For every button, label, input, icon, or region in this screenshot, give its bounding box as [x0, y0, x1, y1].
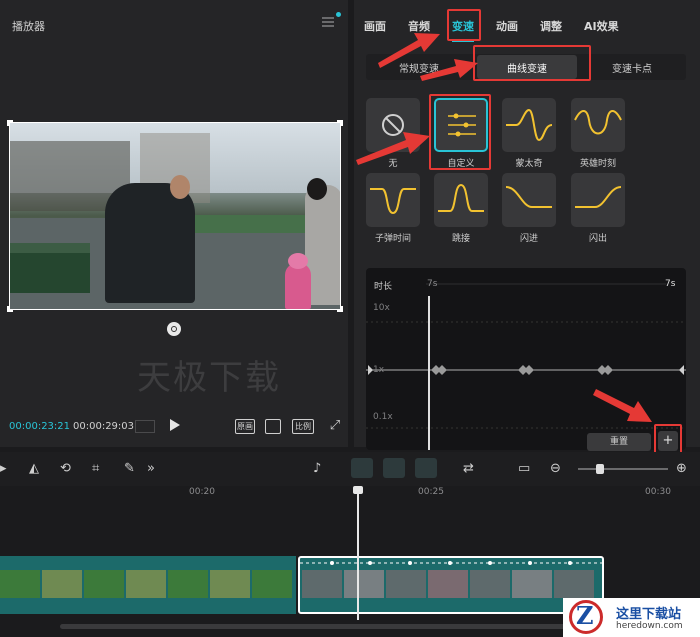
- screen-icon[interactable]: ▭: [518, 461, 530, 476]
- arrow-icon: [420, 59, 478, 81]
- preview-axis-icon[interactable]: [415, 458, 437, 478]
- crop-icon[interactable]: ⌗: [92, 461, 99, 476]
- logo-title: 这里下载站: [616, 607, 682, 622]
- microphone-icon[interactable]: ♪: [313, 461, 321, 476]
- mirror-icon[interactable]: ◭: [29, 461, 39, 476]
- zoom-in-icon[interactable]: ⊕: [676, 461, 687, 476]
- split-icon[interactable]: ⇄: [463, 461, 474, 476]
- speed-curve-strip: [300, 561, 602, 565]
- logo-url: heredown.com: [616, 621, 683, 631]
- arrow-icon: [593, 389, 652, 422]
- arrow-icon: [356, 132, 430, 165]
- zoom-slider[interactable]: [578, 468, 668, 470]
- tick-label: 00:25: [418, 487, 444, 497]
- timeline-ruler[interactable]: [0, 486, 700, 498]
- zoom-out-icon[interactable]: ⊖: [550, 461, 561, 476]
- arrow-icon: [378, 33, 440, 68]
- more-icon[interactable]: »: [147, 461, 155, 476]
- tick-label: 00:30: [645, 487, 671, 497]
- rotate-icon[interactable]: ⟲: [60, 461, 71, 476]
- video-track[interactable]: [0, 556, 605, 614]
- annotation-arrows: [356, 33, 652, 422]
- zoom-slider-handle[interactable]: [596, 464, 604, 474]
- edit-icon[interactable]: ✎: [124, 461, 135, 476]
- tick-label: 00:20: [189, 487, 215, 497]
- playhead[interactable]: [357, 486, 359, 620]
- snap-icon[interactable]: [383, 458, 405, 478]
- link-icon[interactable]: [351, 458, 373, 478]
- logo-glyph: Z: [576, 601, 594, 630]
- play-icon[interactable]: ▸: [0, 461, 7, 476]
- timeline-scrollbar[interactable]: [60, 624, 600, 629]
